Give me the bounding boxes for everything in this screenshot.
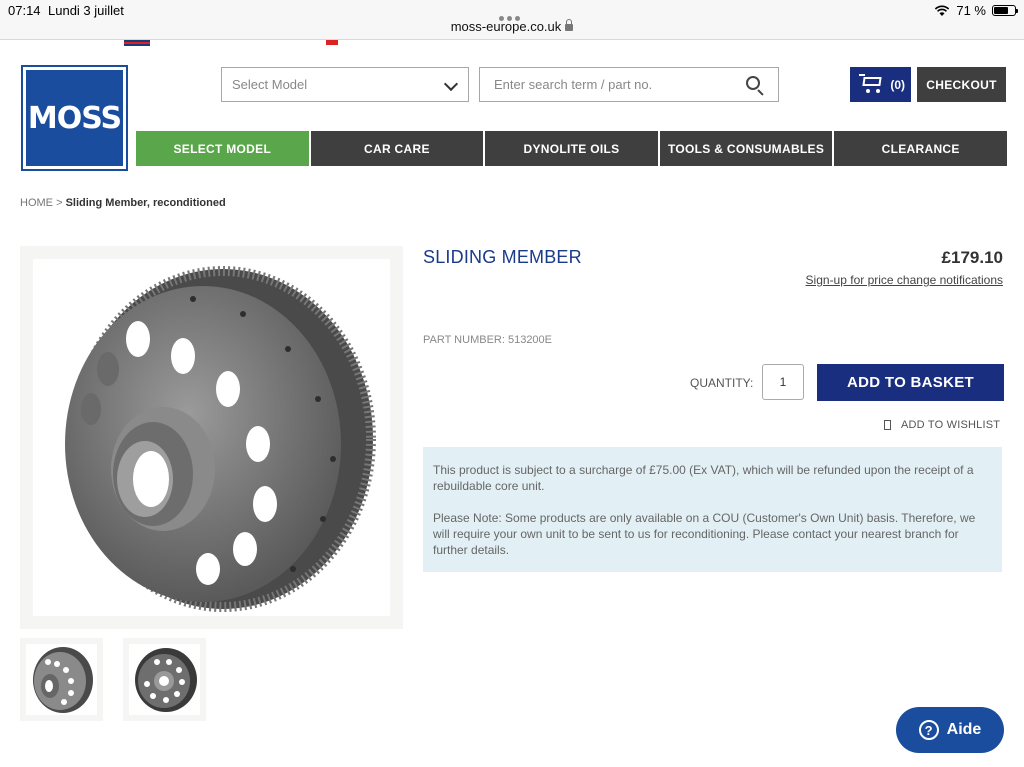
product-title: SLIDING MEMBER (423, 247, 582, 267)
product-thumbnail-2[interactable] (123, 638, 206, 721)
help-label: Aide (946, 721, 982, 738)
main-nav: SELECT MODEL CAR CARE DYNOLITE OILS TOOL… (136, 131, 1007, 166)
breadcrumb-separator: > (56, 197, 63, 209)
sliding-member-illustration (65, 266, 376, 612)
select-model-placeholder: Select Model (232, 77, 308, 92)
part-number: PART NUMBER: 513200E (423, 334, 553, 346)
add-to-basket-button[interactable]: ADD TO BASKET (817, 364, 1004, 401)
status-indicators: 71 % (934, 3, 1018, 18)
product-price: £179.10 (941, 248, 1003, 267)
battery-percent: 71 % (956, 3, 986, 18)
chevron-down-icon (443, 76, 459, 92)
notice-cou-text: Please Note: Some products are only avai… (433, 511, 976, 557)
logo-text: MOSS (27, 100, 122, 136)
phone-icon (326, 40, 338, 45)
wishlist-icon (884, 420, 891, 430)
question-icon: ? (918, 720, 939, 740)
surcharge-notice: This product is subject to a surcharge o… (423, 447, 1002, 572)
breadcrumb: HOME > Sliding Member, reconditioned (20, 197, 226, 209)
cart-button[interactable]: (0) (850, 67, 911, 102)
status-time: 07:14 (8, 3, 41, 18)
nav-clearance[interactable]: CLEARANCE (834, 131, 1007, 166)
lock-icon (565, 19, 574, 31)
checkout-button[interactable]: CHECKOUT (917, 67, 1006, 102)
top-links-strip (0, 40, 1024, 52)
search-icon[interactable] (746, 76, 766, 96)
notice-surcharge-text: This product is subject to a surcharge o… (433, 463, 974, 493)
product-thumbnail-1[interactable] (20, 638, 103, 721)
breadcrumb-home[interactable]: HOME (20, 197, 53, 209)
status-date: Lundi 3 juillet (48, 3, 124, 18)
thumbnail-2-illustration (135, 648, 197, 712)
nav-tools-consumables[interactable]: TOOLS & CONSUMABLES (659, 131, 833, 166)
nav-dynolite-oils[interactable]: DYNOLITE OILS (485, 131, 658, 166)
moss-logo[interactable]: MOSS (21, 65, 128, 171)
nav-select-model[interactable]: SELECT MODEL (136, 131, 309, 166)
thumbnail-1-illustration (33, 647, 93, 713)
cart-count: (0) (890, 77, 905, 92)
add-to-wishlist-link[interactable]: ADD TO WISHLIST (884, 419, 1000, 431)
uk-flag-icon[interactable] (124, 40, 150, 46)
product-image[interactable] (33, 259, 390, 616)
wishlist-label: ADD TO WISHLIST (901, 419, 1001, 431)
breadcrumb-current: Sliding Member, reconditioned (65, 197, 226, 209)
search-placeholder: Enter search term / part no. (494, 77, 653, 92)
select-model-dropdown[interactable]: Select Model (221, 67, 469, 102)
quantity-input[interactable]: 1 (762, 364, 804, 400)
wifi-icon (935, 5, 950, 16)
quantity-label: QUANTITY: (690, 376, 754, 390)
price-alert-link[interactable]: Sign-up for price change notifications (806, 273, 1003, 287)
search-input[interactable]: Enter search term / part no. (479, 67, 779, 102)
help-button[interactable]: ? Aide (896, 707, 1004, 753)
product-image-frame (20, 246, 403, 629)
address-bar[interactable]: moss-europe.co.uk (0, 19, 1024, 34)
nav-car-care[interactable]: CAR CARE (310, 131, 484, 166)
battery-icon (992, 5, 1018, 16)
cart-icon (859, 74, 883, 94)
url-text: moss-europe.co.uk (450, 19, 562, 34)
status-bar: 07:14 Lundi 3 juillet moss-europe.co.uk … (0, 0, 1024, 40)
tab-dots-icon[interactable] (499, 8, 525, 21)
